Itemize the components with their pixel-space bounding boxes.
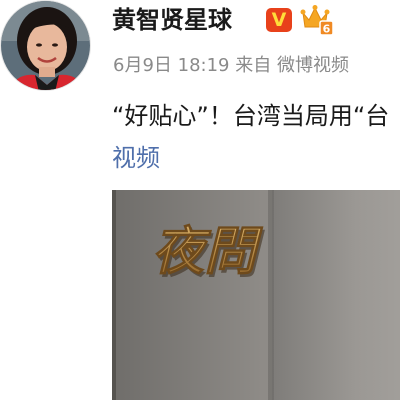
crown-icon[interactable]: 6 (300, 4, 334, 36)
video-watermark: 夜問 (152, 221, 263, 282)
member-level: 6 (323, 23, 331, 36)
video-link[interactable]: 视频 (112, 142, 160, 174)
video-thumbnail[interactable]: 夜問 夜問 (112, 190, 400, 400)
avatar[interactable] (0, 0, 91, 91)
avatar-image (1, 1, 90, 90)
post-text: “好贴心”！台湾当局用“台 (112, 102, 390, 130)
video-frame: 夜問 夜問 (112, 190, 400, 400)
post-meta: 6月9日 18:19 来自 微博视频 (113, 55, 349, 76)
weibo-post: 黄智贤星球 V 6 6月9日 18:19 来自 微博视频 “好贴心”！台湾当局用… (0, 0, 400, 400)
username[interactable]: 黄智贤星球 (112, 4, 232, 36)
verified-v-icon: V (266, 8, 292, 32)
